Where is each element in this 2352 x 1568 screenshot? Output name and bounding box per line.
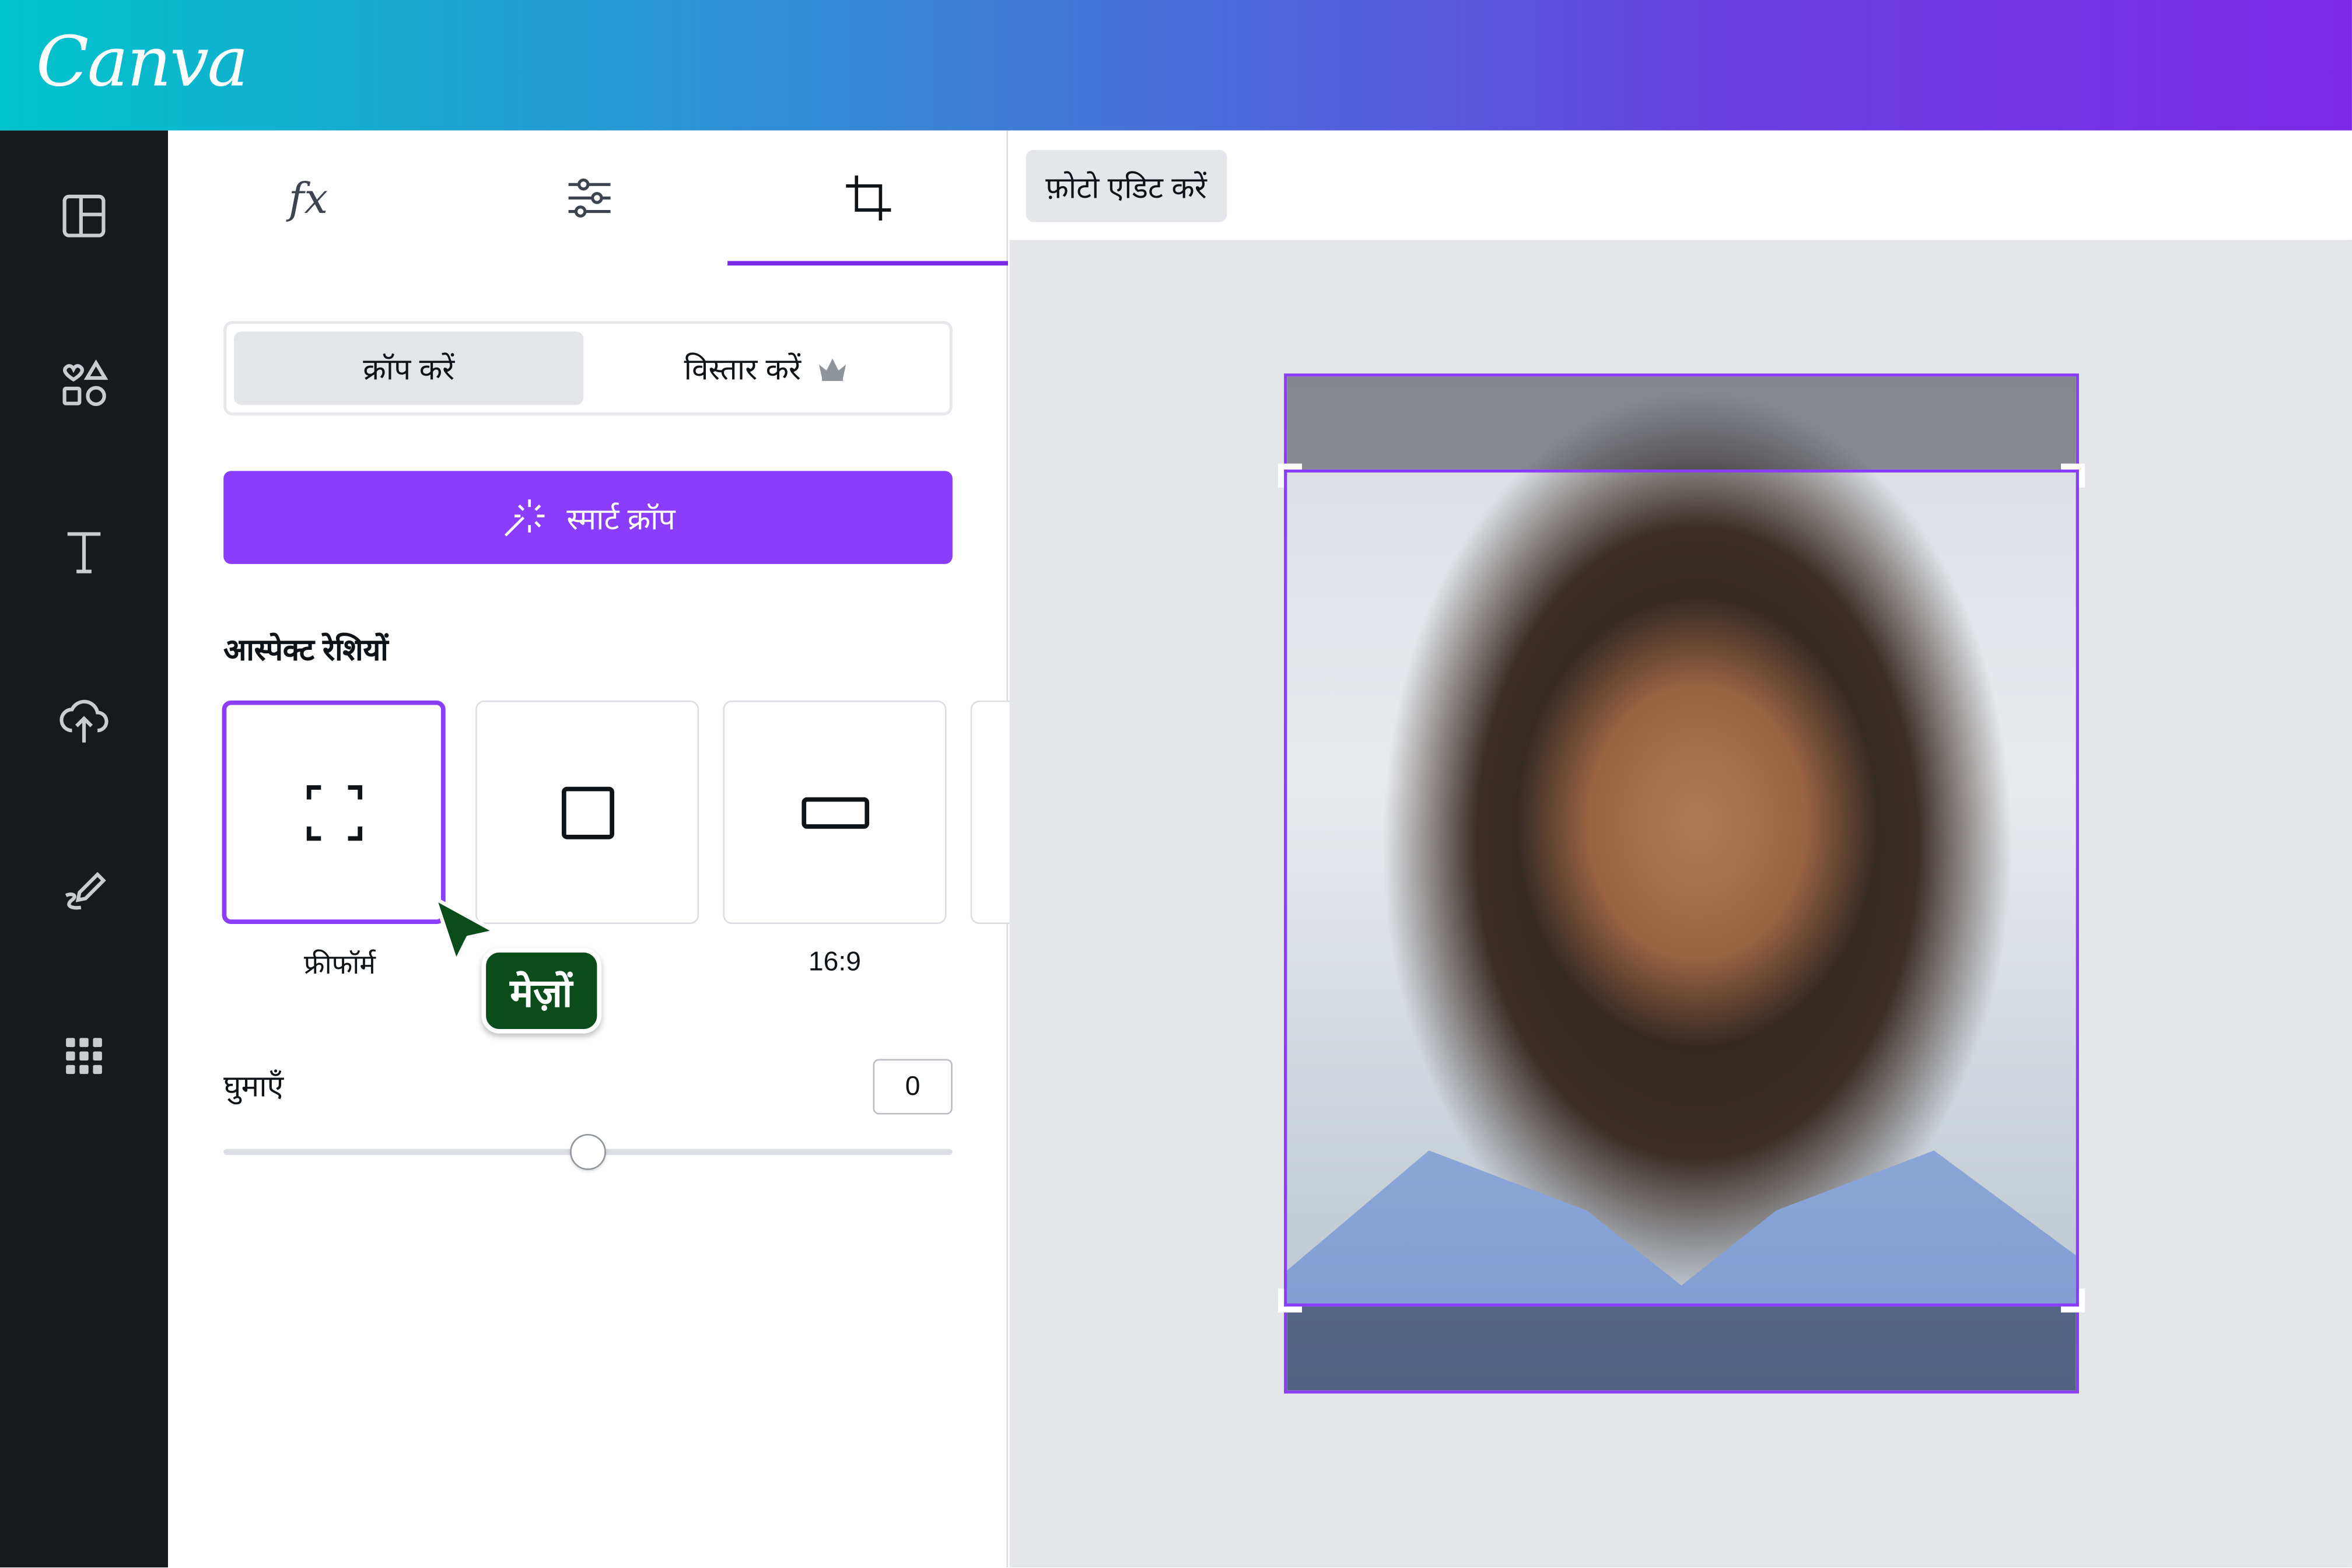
crop-handle-bottom-left[interactable] <box>1278 1286 1305 1312</box>
rotate-value-input[interactable]: 0 <box>873 1059 953 1115</box>
ratio-square[interactable] <box>475 700 699 924</box>
tab-adjust[interactable] <box>449 131 729 265</box>
adjust-sliders-icon <box>568 178 610 218</box>
crop-mode-label: क्रॉप करें <box>363 354 455 387</box>
text-icon[interactable] <box>54 522 114 582</box>
elements-icon[interactable] <box>54 354 114 414</box>
crop-shade-top <box>1287 376 2076 470</box>
cursor-tooltip: मेज़ों <box>481 948 601 1034</box>
crop-handle-top-left[interactable] <box>1278 463 1305 491</box>
expand-mode-button[interactable]: विस्तार करें <box>586 331 946 405</box>
canva-logo[interactable]: Canva <box>36 21 249 102</box>
rotate-label: घुमाएँ <box>223 1070 284 1104</box>
magic-wand-icon <box>504 499 544 537</box>
crop-shade-bottom <box>1287 1306 2076 1391</box>
editor-toolbar: फ़ोटो एडिट करें <box>1009 130 2352 242</box>
ratio-freeform[interactable] <box>222 700 446 924</box>
smart-crop-button[interactable]: स्मार्ट क्रॉप <box>223 471 953 564</box>
square-icon <box>561 786 614 839</box>
rotate-slider-knob[interactable] <box>570 1133 606 1170</box>
layout-icon[interactable] <box>54 186 114 246</box>
tab-effects[interactable]: fx <box>168 131 449 265</box>
expand-mode-label: विस्तार करें <box>684 354 802 387</box>
tab-crop[interactable] <box>727 131 1008 265</box>
top-bar: Canva <box>0 0 2352 131</box>
edit-photo-button[interactable]: फ़ोटो एडिट करें <box>1026 150 1227 222</box>
crop-mode-button[interactable]: क्रॉप करें <box>234 331 584 405</box>
active-tab-indicator <box>727 261 1008 266</box>
ratio-16-9-label: 16:9 <box>808 946 862 977</box>
crop-icon <box>845 175 891 220</box>
crop-expand-toggle: क्रॉप करें विस्तार करें <box>223 321 953 416</box>
edit-photo-panel: fx क्रॉप करें विस्तार करें स्मार्ट क्रॉप… <box>167 130 1060 1568</box>
canva-app: Canva fx क्रॉप करें विस्तार करें स्मार्ट… <box>0 0 2352 1568</box>
smart-crop-label: स्मार्ट क्रॉप <box>566 503 676 537</box>
wide-rect-icon <box>801 796 869 828</box>
crop-selection[interactable] <box>1284 469 2079 1307</box>
aspect-ratio-heading: आस्पेक्ट रेशियों <box>223 634 388 668</box>
apps-grid-icon[interactable] <box>54 1026 114 1086</box>
ratio-freeform-label: फ्रीफॉर्म <box>303 949 376 980</box>
crown-icon <box>818 358 846 380</box>
side-rail <box>0 130 168 1568</box>
draw-icon[interactable] <box>54 858 114 918</box>
upload-cloud-icon[interactable] <box>54 690 114 750</box>
ratio-16-9[interactable] <box>723 700 947 924</box>
crop-handle-top-right[interactable] <box>2058 463 2085 491</box>
crop-handle-bottom-right[interactable] <box>2058 1286 2085 1312</box>
fx-icon: fx <box>288 173 328 223</box>
freeform-icon <box>306 784 362 840</box>
